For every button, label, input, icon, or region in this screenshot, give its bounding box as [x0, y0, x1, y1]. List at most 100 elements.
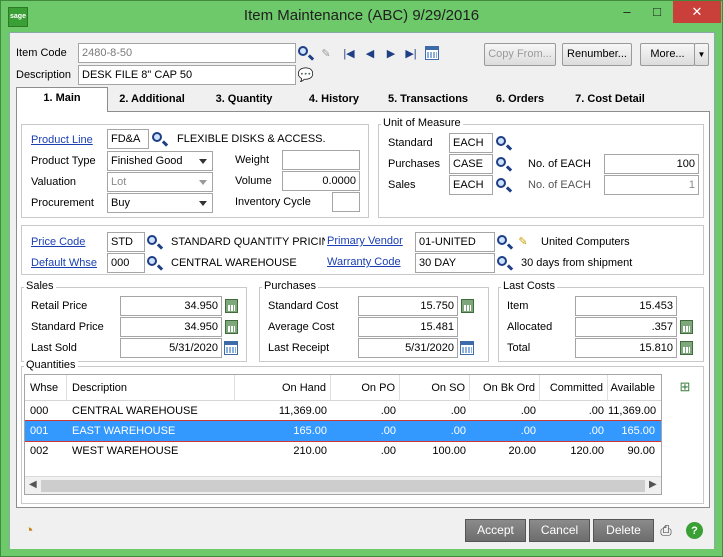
calculator-icon[interactable]: [678, 319, 694, 335]
tab-orders[interactable]: 6. Orders: [490, 89, 550, 111]
col-whse[interactable]: Whse: [25, 375, 67, 401]
no-of-each-purchases-field[interactable]: 100: [604, 154, 699, 174]
sales-uom-field[interactable]: EACH: [449, 175, 493, 195]
quantity-lookup-icon[interactable]: ⊞: [677, 379, 693, 395]
volume-field[interactable]: 0.0000: [282, 171, 360, 191]
close-button[interactable]: ✕: [673, 1, 721, 23]
search-icon[interactable]: [496, 255, 512, 271]
last-cost-item-field[interactable]: 15.453: [575, 296, 677, 316]
search-icon[interactable]: [146, 255, 162, 271]
quantities-grid: Whse Description On Hand On PO On SO On …: [24, 374, 662, 495]
col-on-hand[interactable]: On Hand: [235, 375, 331, 401]
cell-whse: 002: [30, 445, 49, 457]
default-whse-field[interactable]: 000: [107, 253, 145, 273]
average-cost-field[interactable]: 15.481: [358, 317, 458, 337]
copy-from-button[interactable]: Copy From...: [484, 43, 556, 66]
product-line-field[interactable]: FD&A: [107, 129, 149, 149]
weight-field[interactable]: [282, 150, 360, 170]
first-record-icon[interactable]: |◀: [341, 45, 357, 61]
product-line-link[interactable]: Product Line: [31, 134, 93, 146]
cancel-button[interactable]: Cancel: [529, 519, 590, 542]
search-icon[interactable]: [297, 45, 313, 61]
quick-menu-icon[interactable]: ◔: [21, 522, 37, 539]
scroll-right-icon[interactable]: ▶: [649, 479, 657, 490]
warranty-code-link[interactable]: Warranty Code: [327, 256, 401, 268]
calendar-icon[interactable]: [424, 45, 440, 61]
purchases-uom-field[interactable]: CASE: [449, 154, 493, 174]
table-row-selected[interactable]: 001 EAST WAREHOUSE 165.00 .00 .00 .00 .0…: [25, 420, 661, 442]
search-icon[interactable]: [146, 234, 162, 250]
inventory-cycle-label: Inventory Cycle: [235, 196, 311, 208]
cell-on-po: .00: [380, 405, 396, 417]
calculator-icon[interactable]: [223, 298, 239, 314]
primary-vendor-field[interactable]: 01-UNITED: [415, 232, 495, 252]
tab-main[interactable]: 1. Main: [16, 87, 108, 112]
standard-cost-field[interactable]: 15.750: [358, 296, 458, 316]
scroll-left-icon[interactable]: ◀: [29, 479, 37, 490]
valuation-select[interactable]: Lot: [107, 172, 213, 192]
search-icon[interactable]: [151, 131, 167, 147]
product-type-select[interactable]: Finished Good: [107, 151, 213, 171]
horizontal-scrollbar[interactable]: ◀ ▶: [25, 476, 661, 494]
primary-vendor-link[interactable]: Primary Vendor: [327, 235, 403, 247]
retail-price-field[interactable]: 34.950: [120, 296, 222, 316]
warranty-code-field[interactable]: 30 DAY: [415, 253, 495, 273]
help-icon[interactable]: ?: [686, 522, 703, 539]
weight-label: Weight: [235, 154, 270, 166]
vendor-lookup-icon[interactable]: ✎: [515, 233, 531, 249]
procurement-select[interactable]: Buy: [107, 193, 213, 213]
tab-cost-detail[interactable]: 7. Cost Detail: [570, 89, 650, 111]
calendar-icon[interactable]: [223, 340, 239, 356]
sales-title: Sales: [24, 280, 56, 292]
maximize-button[interactable]: □: [643, 1, 671, 23]
memo-icon[interactable]: 💬: [298, 67, 314, 83]
total-field[interactable]: 15.810: [575, 338, 677, 358]
last-record-icon[interactable]: ▶|: [403, 45, 419, 61]
accept-button[interactable]: Accept: [465, 519, 526, 542]
tab-quantity[interactable]: 3. Quantity: [208, 89, 280, 111]
col-on-bk-ord[interactable]: On Bk Ord: [470, 375, 540, 401]
delete-button[interactable]: Delete: [593, 519, 654, 542]
search-icon[interactable]: [495, 156, 511, 172]
item-code-field[interactable]: 2480-8-50: [78, 43, 296, 63]
calculator-icon[interactable]: [678, 340, 694, 356]
table-row[interactable]: 000 CENTRAL WAREHOUSE 11,369.00 .00 .00 …: [25, 401, 661, 421]
default-whse-link[interactable]: Default Whse: [31, 257, 97, 269]
calendar-icon[interactable]: [459, 340, 475, 356]
more-button[interactable]: More...: [640, 43, 695, 66]
notes-icon[interactable]: ✎: [318, 45, 334, 61]
cell-on-so: 100.00: [432, 445, 466, 457]
price-code-link[interactable]: Price Code: [31, 236, 85, 248]
search-icon[interactable]: [495, 135, 511, 151]
more-dropdown-arrow[interactable]: ▼: [694, 43, 709, 66]
calculator-icon[interactable]: [459, 298, 475, 314]
scrollbar-thumb[interactable]: [41, 480, 645, 492]
standard-uom-field[interactable]: EACH: [449, 133, 493, 153]
price-code-field[interactable]: STD: [107, 232, 145, 252]
renumber-button[interactable]: Renumber...: [562, 43, 632, 66]
print-icon[interactable]: ⎙: [658, 522, 674, 538]
calculator-icon[interactable]: [223, 319, 239, 335]
cell-committed: .00: [588, 405, 604, 417]
search-icon[interactable]: [496, 234, 512, 250]
allocated-field[interactable]: .357: [575, 317, 677, 337]
tab-history[interactable]: 4. History: [301, 89, 367, 111]
tab-transactions[interactable]: 5. Transactions: [384, 89, 472, 111]
next-record-icon[interactable]: ▶: [383, 45, 399, 61]
previous-record-icon[interactable]: ◀: [362, 45, 378, 61]
description-field[interactable]: DESK FILE 8" CAP 50: [78, 65, 296, 85]
last-receipt-field[interactable]: 5/31/2020: [358, 338, 458, 358]
tab-additional[interactable]: 2. Additional: [112, 89, 192, 111]
inventory-cycle-field[interactable]: [332, 192, 360, 212]
col-on-so[interactable]: On SO: [400, 375, 470, 401]
col-committed[interactable]: Committed: [540, 375, 608, 401]
minimize-button[interactable]: –: [613, 1, 641, 23]
table-row[interactable]: 002 WEST WAREHOUSE 210.00 .00 100.00 20.…: [25, 441, 661, 461]
col-description[interactable]: Description: [67, 375, 235, 401]
search-icon[interactable]: [495, 177, 511, 193]
col-available[interactable]: Available: [608, 375, 661, 401]
standard-price-field[interactable]: 34.950: [120, 317, 222, 337]
no-of-each-sales-field[interactable]: 1: [604, 175, 699, 195]
col-on-po[interactable]: On PO: [331, 375, 400, 401]
last-sold-field[interactable]: 5/31/2020: [120, 338, 222, 358]
